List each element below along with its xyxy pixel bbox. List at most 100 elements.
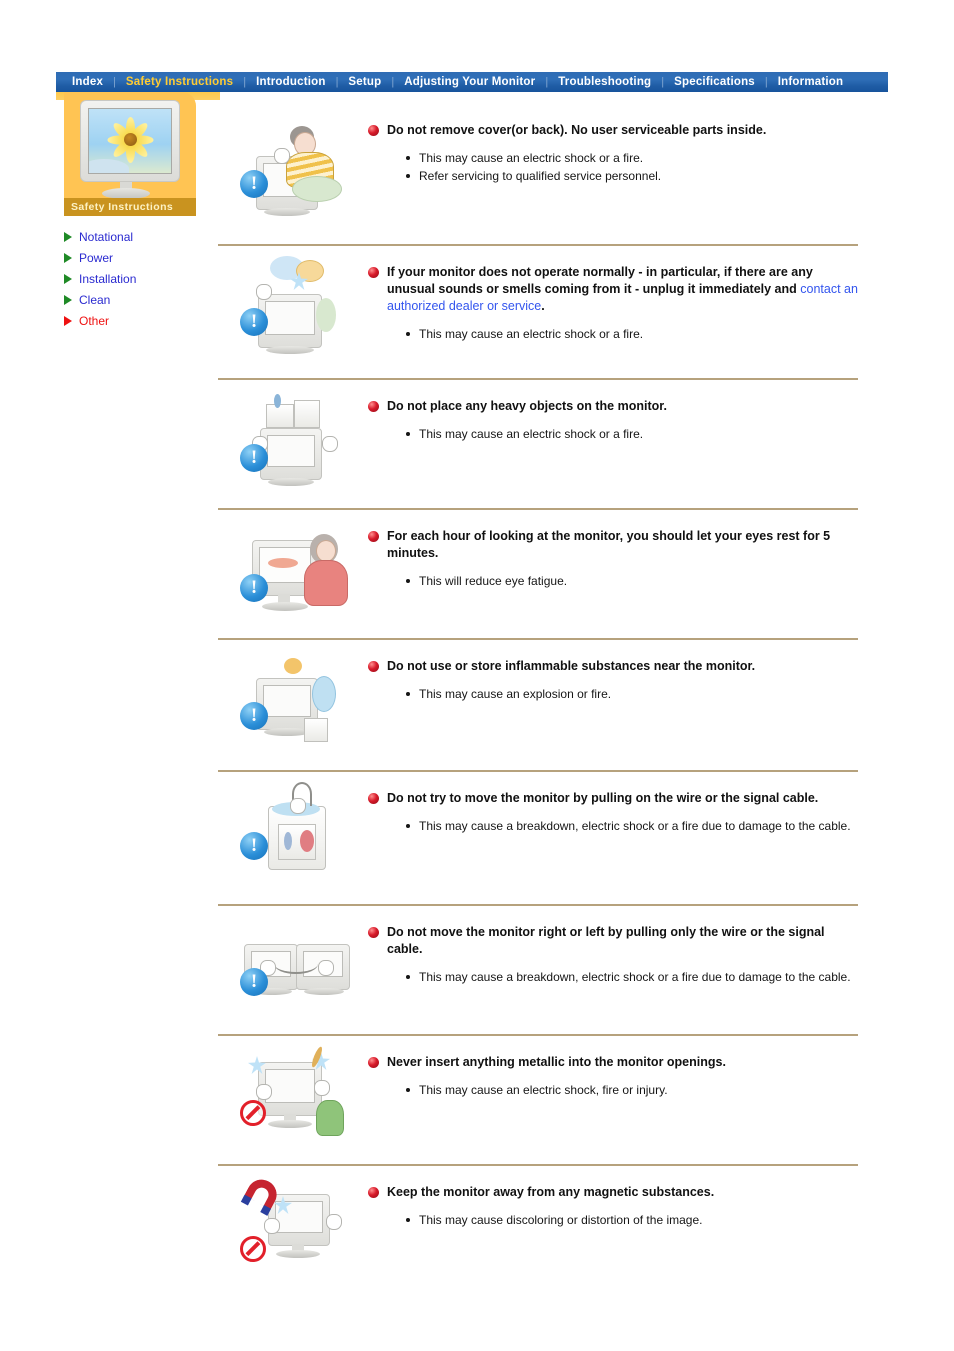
red-bead-bullet-icon (368, 401, 379, 412)
main-navigation-bar: Index | Safety Instructions | Introduction | S… (56, 72, 888, 92)
monitor-illustration (80, 100, 180, 182)
sidebar-item-power[interactable]: Power (64, 247, 196, 268)
figure-cell: ! (218, 906, 368, 1018)
text-cell: Never insert anything metallic into the … (368, 1036, 858, 1114)
sidebar-item-notational[interactable]: Notational (64, 226, 196, 247)
safety-item-detail-list: This may cause an electric shock, fire o… (406, 1082, 858, 1098)
triangle-bullet-icon (64, 294, 72, 305)
headline-text-wrap: Never insert anything metallic into the … (387, 1054, 726, 1071)
headline-main-text: Do not try to move the monitor by pullin… (387, 791, 819, 805)
nav-item-information[interactable]: Information (768, 72, 853, 92)
safety-item-row: ! Do not use or store inflammable substan… (218, 638, 858, 770)
triangle-bullet-icon (64, 315, 72, 326)
headline-main-text: For each hour of looking at the monitor,… (387, 529, 831, 560)
monitor-eye-rest-illustration: ! (234, 518, 352, 622)
sidebar-banner: Safety Instructions (64, 92, 196, 216)
triangle-bullet-icon (64, 273, 72, 284)
figure-cell: ! (218, 246, 368, 358)
safety-item-detail: This may cause an electric shock or a fi… (406, 426, 858, 442)
headline-main-text: Do not place any heavy objects on the mo… (387, 399, 667, 413)
headline-tail-text: . (541, 299, 545, 313)
safety-item-detail-list: This may cause an electric shock or a fi… (406, 326, 858, 342)
sidebar-item-installation[interactable]: Installation (64, 268, 196, 289)
safety-item-headline: Do not use or store inflammable substanc… (368, 658, 858, 675)
safety-item-row: ! For each hour of looking at the monitor… (218, 508, 858, 638)
sidebar-item-label: Notational (79, 229, 134, 244)
safety-item-detail-list: This may cause an electric shock or a fi… (406, 150, 858, 184)
safety-item-detail-list: This may cause an explosion or fire. (406, 686, 858, 702)
sidebar-item-clean[interactable]: Clean (64, 289, 196, 310)
sidebar-item-label: Power (79, 250, 114, 265)
nav-item-introduction[interactable]: Introduction (246, 72, 335, 92)
safety-item-row: Never insert anything metallic into the … (218, 1034, 858, 1164)
nav-item-adjusting-your-monitor[interactable]: Adjusting Your Monitor (394, 72, 545, 92)
text-cell: Keep the monitor away from any magnetic … (368, 1166, 858, 1244)
headline-main-text: If your monitor does not operate normall… (387, 265, 813, 296)
nav-item-specifications[interactable]: Specifications (664, 72, 765, 92)
safety-item-detail-list: This will reduce eye fatigue. (406, 573, 858, 589)
figure-cell: ! (218, 380, 368, 492)
figure-cell (218, 1036, 368, 1148)
warning-exclamation-icon: ! (240, 444, 268, 472)
nav-item-index[interactable]: Index (62, 72, 113, 92)
monitor-metallic-object-openings-illustration (234, 1044, 352, 1148)
headline-text-wrap: Keep the monitor away from any magnetic … (387, 1184, 714, 1201)
figure-cell: ! (218, 510, 368, 622)
headline-main-text: Keep the monitor away from any magnetic … (387, 1185, 715, 1199)
safety-item-headline: Do not remove cover(or back). No user se… (368, 122, 858, 139)
safety-item-headline: If your monitor does not operate normall… (368, 264, 858, 315)
safety-item-detail: This will reduce eye fatigue. (406, 573, 858, 589)
nav-item-troubleshooting[interactable]: Troubleshooting (548, 72, 661, 92)
safety-item-headline: For each hour of looking at the monitor,… (368, 528, 858, 562)
safety-item-row: Keep the monitor away from any magnetic … (218, 1164, 858, 1286)
sidebar-item-label: Other (79, 313, 110, 328)
safety-item-detail: This may cause a breakdown, electric sho… (406, 818, 858, 834)
safety-item-headline: Do not place any heavy objects on the mo… (368, 398, 858, 415)
sidebar-link-list: Notational Power Installation Clean Other (64, 226, 196, 331)
headline-text-wrap: Do not remove cover(or back). No user se… (387, 122, 766, 139)
figure-cell: ! (218, 640, 368, 752)
red-bead-bullet-icon (368, 927, 379, 938)
nav-item-setup[interactable]: Setup (338, 72, 391, 92)
monitor-inflammable-substances-illustration: ! (234, 648, 352, 752)
red-bead-bullet-icon (368, 793, 379, 804)
monitor-heavy-objects-illustration: ! (234, 388, 352, 492)
safety-item-detail: This may cause an electric shock or a fi… (406, 150, 858, 166)
safety-item-row: ! Do not place any heavy objects on the m… (218, 378, 858, 508)
triangle-bullet-icon (64, 252, 72, 263)
sidebar-banner-label: Safety Instructions (64, 198, 196, 216)
red-bead-bullet-icon (368, 1187, 379, 1198)
red-bead-bullet-icon (368, 661, 379, 672)
safety-item-row: ! Do not try to move the monitor by pulli… (218, 770, 858, 904)
safety-item-headline: Do not try to move the monitor by pullin… (368, 790, 858, 807)
sidebar-item-label: Clean (79, 292, 111, 307)
safety-instructions-content: ! Do not remove cover(or back). No user s… (218, 104, 858, 1286)
red-bead-bullet-icon (368, 531, 379, 542)
warning-exclamation-icon: ! (240, 832, 268, 860)
sidebar-item-label: Installation (79, 271, 137, 286)
safety-item-detail: This may cause a breakdown, electric sho… (406, 969, 858, 985)
headline-main-text: Never insert anything metallic into the … (387, 1055, 726, 1069)
warning-exclamation-icon: ! (240, 308, 268, 336)
monitor-magnetic-substances-illustration (234, 1174, 352, 1278)
monitor-screen (88, 108, 172, 174)
monitor-pulling-wire-illustration: ! (234, 780, 352, 884)
headline-text-wrap: Do not place any heavy objects on the mo… (387, 398, 667, 415)
text-cell: If your monitor does not operate normall… (368, 246, 858, 358)
safety-item-detail-list: This may cause a breakdown, electric sho… (406, 969, 858, 985)
nav-item-safety-instructions[interactable]: Safety Instructions (116, 72, 243, 92)
sidebar-item-other[interactable]: Other (64, 310, 196, 331)
text-cell: Do not use or store inflammable substanc… (368, 640, 858, 718)
safety-item-row: ! Do not move the monitor right or left b… (218, 904, 858, 1034)
prohibition-icon (240, 1236, 266, 1262)
text-cell: Do not try to move the monitor by pullin… (368, 772, 858, 850)
safety-item-row: ! Do not remove cover(or back). No user s… (218, 104, 858, 244)
red-bead-bullet-icon (368, 267, 379, 278)
safety-item-detail-list: This may cause a breakdown, electric sho… (406, 818, 858, 834)
headline-main-text: Do not move the monitor right or left by… (387, 925, 825, 956)
headline-text-wrap: For each hour of looking at the monitor,… (387, 528, 858, 562)
headline-main-text: Do not use or store inflammable substanc… (387, 659, 756, 673)
monitor-person-removing-cover-illustration: ! (234, 112, 352, 216)
warning-exclamation-icon: ! (240, 170, 268, 198)
monitor-smoke-smell-illustration: ! (234, 254, 352, 358)
